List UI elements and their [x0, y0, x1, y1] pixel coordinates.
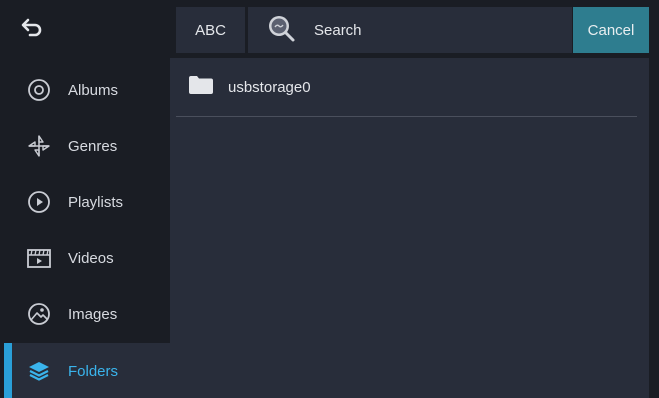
search-icon [266, 13, 296, 48]
image-icon [26, 301, 52, 327]
sidebar-item-label: Genres [68, 137, 118, 155]
album-icon [26, 77, 52, 103]
sidebar-item-label: Videos [68, 249, 114, 267]
folder-icon [188, 75, 214, 100]
folder-list-panel: usbstorage0 [170, 58, 649, 398]
back-arrow-icon [20, 18, 44, 43]
folder-layers-icon [26, 358, 52, 384]
sort-abc-button[interactable]: ABC [176, 7, 245, 53]
sidebar-item-label: Playlists [68, 193, 124, 211]
sidebar-item-label: Albums [68, 81, 119, 99]
app-window: Albums Genres Playlists Videos Images Fo… [0, 0, 659, 398]
list-item[interactable]: usbstorage0 [176, 58, 637, 117]
sidebar-item-folders[interactable]: Folders [4, 343, 170, 398]
top-bar: ABC Search Cancel [170, 0, 659, 58]
sidebar-item-albums[interactable]: Albums [4, 62, 170, 118]
cancel-button[interactable]: Cancel [573, 7, 649, 53]
search-input[interactable]: Search [248, 7, 572, 53]
folder-name: usbstorage0 [228, 78, 311, 96]
search-label: Search [314, 21, 362, 39]
back-button[interactable] [0, 4, 170, 56]
right-border [649, 58, 659, 398]
sidebar-item-playlists[interactable]: Playlists [4, 174, 170, 230]
genres-icon [26, 133, 52, 159]
sidebar-item-images[interactable]: Images [4, 286, 170, 342]
sidebar-item-label: Images [68, 305, 118, 323]
sidebar-item-videos[interactable]: Videos [4, 230, 170, 286]
video-icon [26, 245, 52, 271]
sidebar-item-genres[interactable]: Genres [4, 118, 170, 174]
sidebar-item-label: Folders [68, 362, 119, 380]
playlist-icon [26, 189, 52, 215]
sidebar: Albums Genres Playlists Videos Images Fo… [0, 0, 170, 398]
